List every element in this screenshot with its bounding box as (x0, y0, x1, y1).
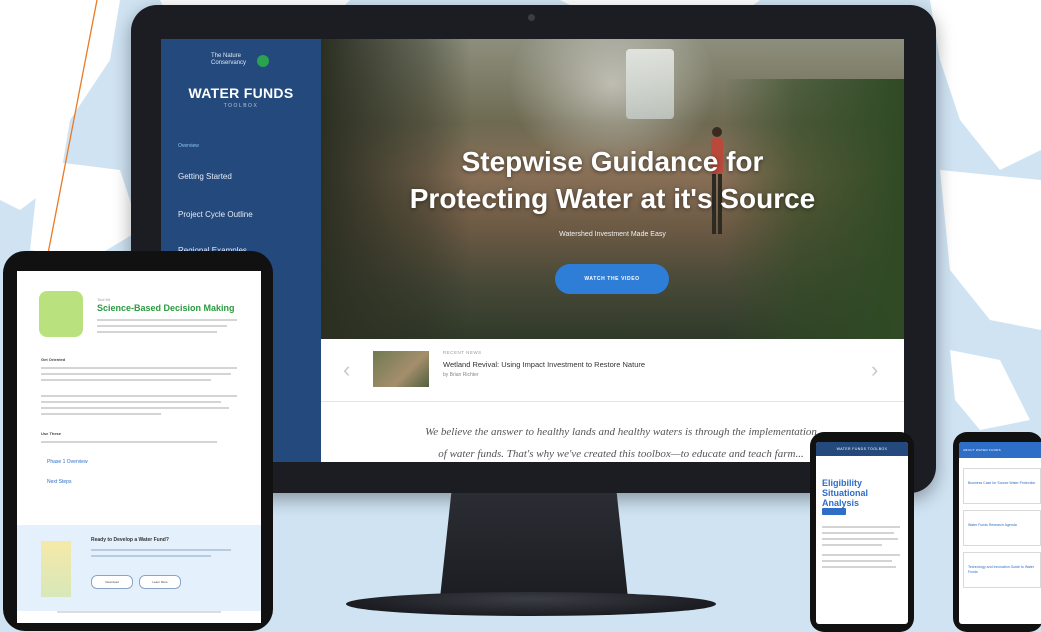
monitor-base (346, 592, 716, 616)
camera-icon (528, 14, 535, 21)
tablet-download-button[interactable]: Download (91, 575, 133, 589)
featured-author: by Brian Richter (443, 372, 479, 378)
tablet-cta-title: Ready to Develop a Water Fund? (91, 537, 169, 543)
text-line (822, 526, 900, 528)
text-line (91, 555, 211, 557)
tablet-cta-band: Ready to Develop a Water Fund? Download … (17, 525, 261, 611)
hero-title-line-2: Protecting Water at it's Source (409, 183, 816, 214)
text-line (41, 373, 231, 375)
tablet-section-get-oriented: Get Oriented (41, 357, 66, 362)
text-line (822, 560, 892, 562)
text-line (822, 532, 894, 534)
chevron-right-icon[interactable]: › (871, 357, 878, 383)
text-line (822, 538, 898, 540)
featured-label: RECENT NEWS (443, 350, 482, 355)
nav-item-overview[interactable]: Overview (178, 143, 199, 149)
phone-right: ABOUT WATER FUNDS Business Case for Sour… (953, 432, 1041, 632)
tablet-cta-illustration (41, 541, 71, 597)
text-line (822, 544, 882, 546)
hero-title-line-1: Stepwise Guidance for (461, 146, 764, 177)
text-line (41, 401, 221, 403)
featured-thumbnail[interactable] (373, 351, 429, 387)
waterfall-image (626, 49, 674, 119)
tablet-kicker: Tool Kit (97, 297, 111, 302)
phone-right-card[interactable]: Water Funds Research Agenda (963, 510, 1041, 546)
brand-title[interactable]: WATER FUNDS (161, 85, 321, 101)
tablet-item-phase-overview[interactable]: Phase 1 Overview (47, 459, 88, 465)
phone-left-header: WATER FUNDS TOOLBOX (816, 442, 908, 456)
text-line (97, 325, 227, 327)
tablet-screen: Tool Kit Science-Based Decision Making G… (17, 271, 261, 623)
tablet-device: Tool Kit Science-Based Decision Making G… (3, 251, 273, 631)
text-line (822, 554, 900, 556)
phone-right-header: ABOUT WATER FUNDS (959, 442, 1041, 458)
tablet-learn-more-button[interactable]: Learn More (139, 575, 181, 589)
text-line (91, 549, 231, 551)
phone-left-title: Eligibility Situational Analysis (822, 478, 869, 508)
text-line (41, 441, 217, 443)
phone-right-card-text: Business Case for Source Water Protectio… (968, 481, 1036, 485)
phone-right-card-text: Water Funds Research Agenda (968, 523, 1017, 527)
quote-line-1: We believe the answer to healthy lands a… (425, 426, 817, 438)
phone-right-card-text: Technology and Innovation Guide to Water… (968, 565, 1035, 574)
hero-title: Stepwise Guidance for Protecting Water a… (321, 143, 904, 217)
text-line (822, 566, 896, 568)
tablet-illustration (39, 291, 83, 337)
tablet-section-use-these: Use These (41, 431, 62, 436)
logo[interactable]: The Nature Conservancy (211, 53, 271, 75)
phone-left: WATER FUNDS TOOLBOX Eligibility Situatio… (810, 432, 914, 632)
nav-item-project-cycle-outline[interactable]: Project Cycle Outline (178, 210, 253, 219)
phone-right-screen: ABOUT WATER FUNDS Business Case for Sour… (959, 442, 1041, 624)
nav-item-getting-started[interactable]: Getting Started (178, 172, 232, 181)
tablet-title: Science-Based Decision Making (97, 303, 235, 313)
text-line (41, 379, 211, 381)
text-line (41, 413, 161, 415)
leaf-icon (257, 55, 269, 67)
tablet-item-next-steps[interactable]: Next Steps (47, 479, 71, 485)
phone-left-screen: WATER FUNDS TOOLBOX Eligibility Situatio… (816, 442, 908, 624)
text-line (41, 367, 237, 369)
text-line (97, 319, 237, 321)
tablet-footer (57, 611, 221, 613)
featured-title[interactable]: Wetland Revival: Using Impact Investment… (443, 360, 645, 369)
text-line (97, 331, 217, 333)
brand-subtitle: TOOLBOX (223, 103, 259, 109)
phone-right-card[interactable]: Business Case for Source Water Protectio… (963, 468, 1041, 504)
monitor-stand (440, 493, 628, 598)
featured-strip: ‹ RECENT NEWS Wetland Revival: Using Imp… (321, 339, 904, 402)
mission-quote: We believe the answer to healthy lands a… (361, 421, 881, 462)
text-line (41, 407, 229, 409)
quote-line-2: of water funds. That's why we've created… (438, 448, 804, 460)
phone-left-tag[interactable] (822, 508, 846, 515)
hero-banner: Stepwise Guidance for Protecting Water a… (321, 39, 904, 339)
watch-video-button[interactable]: WATCH THE VIDEO (555, 264, 669, 294)
phone-right-card[interactable]: Technology and Innovation Guide to Water… (963, 552, 1041, 588)
chevron-left-icon[interactable]: ‹ (343, 357, 350, 383)
text-line (41, 395, 237, 397)
hero-subtitle: Watershed Investment Made Easy (559, 231, 666, 238)
